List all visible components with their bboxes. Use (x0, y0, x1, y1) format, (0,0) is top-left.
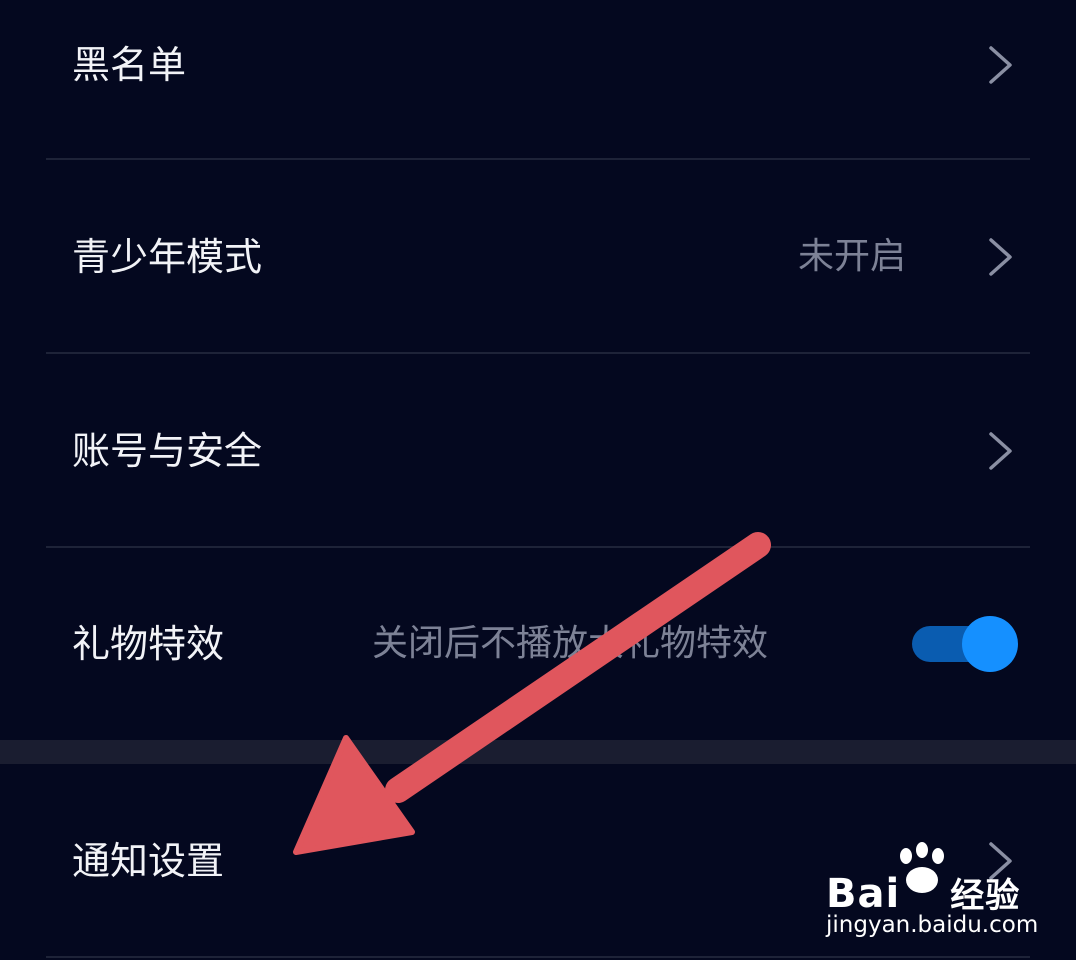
teen-mode-status: 未开启 (798, 236, 907, 277)
settings-row-gift-effects: 礼物特效 关闭后不播放大礼物特效 (0, 548, 1076, 740)
chevron-right-icon (989, 432, 1012, 470)
chevron-right-icon (989, 238, 1012, 276)
section-separator (0, 740, 1076, 764)
gift-effects-label: 礼物特效 (72, 622, 225, 666)
teen-mode-label: 青少年模式 (72, 235, 263, 279)
gift-effects-description: 关闭后不播放大礼物特效 (372, 623, 769, 664)
baidu-jingyan-watermark: Bai 经验 jingyan.baidu.com (826, 842, 1038, 944)
watermark-site: jingyan.baidu.com (826, 912, 1039, 938)
chevron-right-icon (989, 46, 1012, 84)
blacklist-label: 黑名单 (72, 43, 187, 87)
settings-row-account-security[interactable]: 账号与安全 (0, 354, 1076, 548)
watermark-brand: Bai 经验 (826, 871, 1021, 917)
toggle-knob (962, 616, 1018, 672)
account-security-label: 账号与安全 (72, 429, 263, 473)
settings-row-teen-mode[interactable]: 青少年模式 未开启 (0, 160, 1076, 354)
divider (46, 956, 1030, 958)
settings-row-blacklist[interactable]: 黑名单 (0, 0, 1076, 130)
notification-settings-label: 通知设置 (72, 839, 225, 883)
gift-effects-toggle[interactable] (912, 616, 1018, 672)
